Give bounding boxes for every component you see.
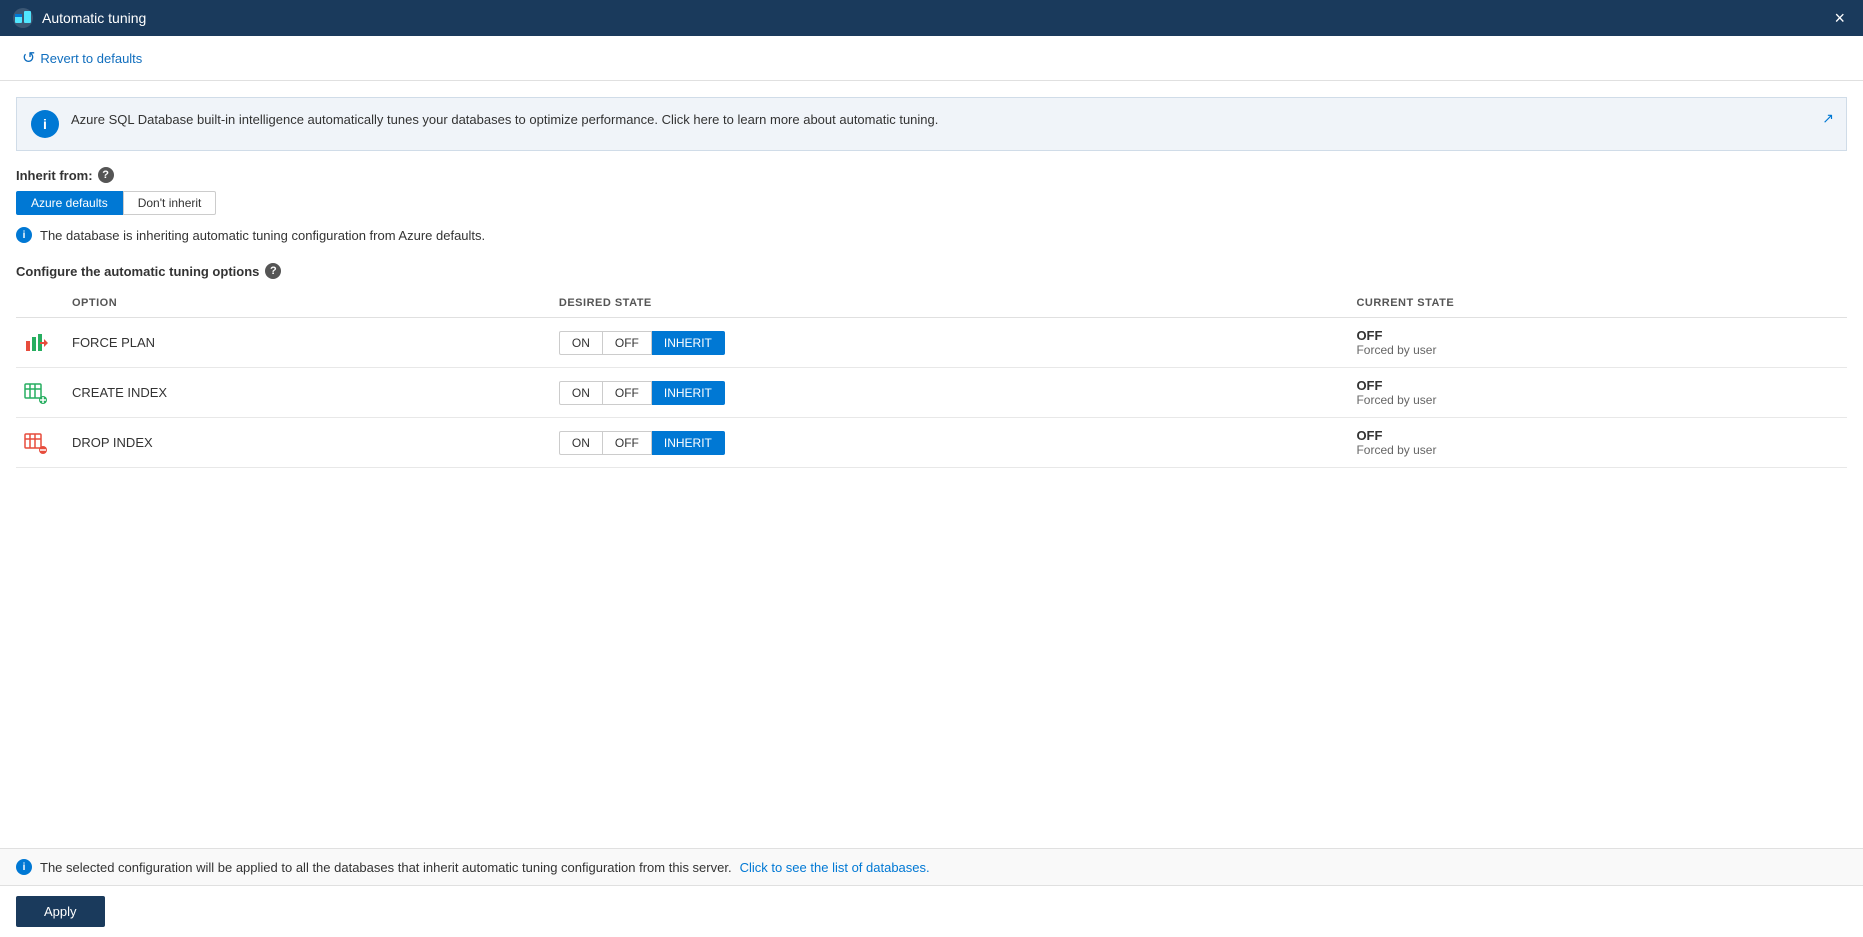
title-bar-left: Automatic tuning: [12, 7, 146, 29]
app-icon: [12, 7, 34, 29]
revert-label: Revert to defaults: [40, 51, 142, 66]
state-group: ON OFF INHERIT: [559, 381, 1341, 405]
desired-state-cell: ON OFF INHERIT: [551, 418, 1349, 468]
state-group: ON OFF INHERIT: [559, 431, 1341, 455]
revert-defaults-button[interactable]: ↺ Revert to defaults: [16, 44, 148, 72]
option-name-cell: CREATE INDEX: [64, 368, 551, 418]
option-name: FORCE PLAN: [72, 335, 155, 350]
dont-inherit-button[interactable]: Don't inherit: [123, 191, 217, 215]
current-state-sub: Forced by user: [1356, 443, 1839, 457]
current-state-cell: OFF Forced by user: [1348, 418, 1847, 468]
inherit-button[interactable]: INHERIT: [652, 331, 725, 355]
current-state-cell: OFF Forced by user: [1348, 318, 1847, 368]
option-icon: [24, 381, 48, 405]
current-state: OFF Forced by user: [1356, 378, 1839, 407]
off-button[interactable]: OFF: [603, 431, 652, 455]
close-button[interactable]: ×: [1828, 5, 1851, 31]
option-icon: [24, 431, 48, 455]
table-header: OPTION DESIRED STATE CURRENT STATE: [16, 291, 1847, 318]
current-state-value: OFF: [1356, 328, 1839, 343]
azure-defaults-button[interactable]: Azure defaults: [16, 191, 123, 215]
inherit-button[interactable]: INHERIT: [652, 431, 725, 455]
inherit-info-text: The database is inheriting automatic tun…: [40, 228, 485, 243]
on-button[interactable]: ON: [559, 331, 603, 355]
current-state-sub: Forced by user: [1356, 343, 1839, 357]
col-desired-state: DESIRED STATE: [551, 291, 1349, 318]
options-table-body: FORCE PLAN ON OFF INHERIT OFF Forced by …: [16, 318, 1847, 468]
current-state-value: OFF: [1356, 428, 1839, 443]
row-icon-cell: [16, 418, 64, 468]
footer-info-text: The selected configuration will be appli…: [40, 860, 732, 875]
apply-button[interactable]: Apply: [16, 896, 105, 927]
toolbar: ↺ Revert to defaults: [0, 36, 1863, 81]
option-name-cell: DROP INDEX: [64, 418, 551, 468]
table-row: DROP INDEX ON OFF INHERIT OFF Forced by …: [16, 418, 1847, 468]
table-row: FORCE PLAN ON OFF INHERIT OFF Forced by …: [16, 318, 1847, 368]
footer-actions: Apply: [0, 886, 1863, 937]
title-bar: Automatic tuning ×: [0, 0, 1863, 36]
desired-state-cell: ON OFF INHERIT: [551, 318, 1349, 368]
col-option: OPTION: [64, 291, 551, 318]
row-icon-cell: [16, 318, 64, 368]
main-content: Inherit from: ? Azure defaults Don't inh…: [0, 167, 1863, 468]
on-button[interactable]: ON: [559, 381, 603, 405]
window-title: Automatic tuning: [42, 10, 146, 26]
row-icon-cell: [16, 368, 64, 418]
footer: i The selected configuration will be app…: [0, 848, 1863, 937]
inherit-info: i The database is inheriting automatic t…: [16, 227, 1847, 243]
footer-info-icon: i: [16, 859, 32, 875]
option-name: DROP INDEX: [72, 435, 153, 450]
off-button[interactable]: OFF: [603, 381, 652, 405]
current-state: OFF Forced by user: [1356, 428, 1839, 457]
on-button[interactable]: ON: [559, 431, 603, 455]
external-link-icon[interactable]: ↗: [1822, 110, 1834, 127]
inherit-button[interactable]: INHERIT: [652, 381, 725, 405]
current-state-value: OFF: [1356, 378, 1839, 393]
footer-link[interactable]: Click to see the list of databases.: [740, 860, 930, 875]
current-state-sub: Forced by user: [1356, 393, 1839, 407]
off-button[interactable]: OFF: [603, 331, 652, 355]
inherit-toggle-group: Azure defaults Don't inherit: [16, 191, 1847, 215]
info-banner-text[interactable]: Azure SQL Database built-in intelligence…: [71, 110, 1832, 130]
col-current-state: CURRENT STATE: [1348, 291, 1847, 318]
desired-state-cell: ON OFF INHERIT: [551, 368, 1349, 418]
revert-icon: ↺: [22, 48, 35, 68]
table-row: CREATE INDEX ON OFF INHERIT OFF Forced b…: [16, 368, 1847, 418]
current-state: OFF Forced by user: [1356, 328, 1839, 357]
footer-info: i The selected configuration will be app…: [0, 849, 1863, 886]
current-state-cell: OFF Forced by user: [1348, 368, 1847, 418]
option-icon: [24, 331, 48, 355]
info-icon: i: [31, 110, 59, 138]
col-icon: [16, 291, 64, 318]
inherit-from-label: Inherit from: ?: [16, 167, 1847, 183]
inherit-help-icon[interactable]: ?: [98, 167, 114, 183]
configure-label: Configure the automatic tuning options ?: [16, 263, 1847, 279]
option-name-cell: FORCE PLAN: [64, 318, 551, 368]
info-banner: i Azure SQL Database built-in intelligen…: [16, 97, 1847, 151]
option-name: CREATE INDEX: [72, 385, 167, 400]
state-group: ON OFF INHERIT: [559, 331, 1341, 355]
options-table: OPTION DESIRED STATE CURRENT STATE FORCE…: [16, 291, 1847, 468]
inherit-info-icon: i: [16, 227, 32, 243]
configure-help-icon[interactable]: ?: [265, 263, 281, 279]
